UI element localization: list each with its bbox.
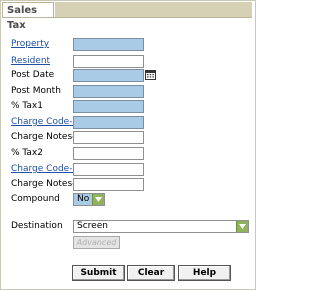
tax1-label: % Tax1 xyxy=(11,101,43,111)
compound-value: No xyxy=(77,194,90,204)
charge-code-1-link[interactable]: Charge Code-1 xyxy=(11,116,78,129)
charge-notes-1-label: Charge Notes-1 xyxy=(11,132,82,142)
charge-notes-2-label: Charge Notes-2 xyxy=(11,179,82,189)
tax2-label: % Tax2 xyxy=(11,148,43,158)
clear-button[interactable]: Clear xyxy=(127,265,175,281)
post-month-label: Post Month xyxy=(11,86,61,96)
property-input[interactable] xyxy=(73,38,144,51)
charge-code-2-input[interactable] xyxy=(73,163,144,176)
charge-notes-2-input[interactable] xyxy=(73,178,144,191)
charge-code-1-input[interactable] xyxy=(73,116,144,129)
post-date-input[interactable] xyxy=(73,69,144,82)
resident-link[interactable]: Resident xyxy=(11,55,50,68)
tax2-input[interactable] xyxy=(73,147,144,160)
property-link[interactable]: Property xyxy=(11,38,49,51)
charge-notes-1-input[interactable] xyxy=(73,131,144,144)
compound-select[interactable]: No xyxy=(73,193,105,206)
destination-label: Destination xyxy=(11,221,63,231)
advanced-button: Advanced xyxy=(73,236,120,249)
resident-input[interactable] xyxy=(73,55,144,68)
chevron-down-icon[interactable] xyxy=(92,194,104,205)
tab-sales-tax[interactable]: Sales Tax xyxy=(2,2,54,31)
charge-code-2-link[interactable]: Charge Code-2 xyxy=(11,163,78,176)
destination-value: Screen xyxy=(77,221,108,231)
destination-select[interactable]: Screen xyxy=(73,220,249,233)
tax1-input[interactable] xyxy=(73,100,144,113)
calendar-icon[interactable] xyxy=(145,70,156,80)
header-band xyxy=(55,2,252,17)
post-date-label: Post Date xyxy=(11,70,55,80)
chevron-down-icon[interactable] xyxy=(236,221,248,232)
panel-divider xyxy=(2,17,252,18)
compound-label: Compound xyxy=(11,194,60,204)
post-month-input[interactable] xyxy=(73,85,144,98)
help-button[interactable]: Help xyxy=(178,265,231,281)
submit-button[interactable]: Submit xyxy=(72,265,125,281)
